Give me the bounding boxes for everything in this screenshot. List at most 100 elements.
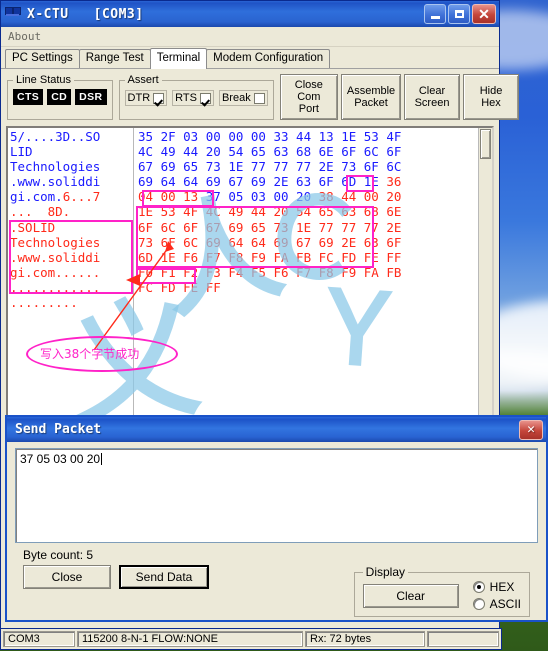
dialog-buttons-row: Close Send Data Display Clear HEX ASCII	[15, 565, 538, 617]
hex-byte: 64	[228, 234, 251, 250]
hex-byte: 53	[363, 129, 387, 144]
tab-terminal[interactable]: Terminal	[149, 48, 208, 69]
tab-pc-settings[interactable]: PC Settings	[5, 49, 80, 68]
assert-break-item[interactable]: Break	[218, 90, 268, 106]
tab-range-test[interactable]: Range Test	[78, 49, 151, 68]
hex-byte: 77	[296, 159, 319, 175]
hex-byte: 69	[273, 234, 297, 250]
status-port: COM3	[3, 631, 75, 647]
ascii-line: .SOLID	[10, 220, 133, 235]
hex-byte: F6	[183, 249, 206, 265]
hex-byte: 69	[160, 159, 184, 175]
hex-byte: 36	[386, 174, 402, 190]
close-icon: ✕	[478, 6, 490, 22]
dialog-close-button[interactable]: ✕	[519, 419, 543, 440]
hex-byte: 77	[273, 159, 297, 175]
hex-byte: 00	[228, 129, 251, 144]
dialog-close-button-text[interactable]: Close	[23, 565, 111, 589]
close-button[interactable]: ✕	[472, 4, 496, 24]
hex-byte: FF	[205, 279, 221, 295]
minimize-button[interactable]	[424, 4, 446, 24]
hex-byte: 4C	[205, 204, 229, 220]
assemble-packet-button[interactable]: Assemble Packet	[341, 74, 402, 120]
hex-byte: 20	[386, 189, 402, 205]
hex-byte: 00	[273, 189, 297, 205]
packet-input[interactable]: 37 05 03 00 20	[15, 448, 538, 543]
ascii-text: gi.com......	[10, 264, 101, 280]
hex-byte: 77	[341, 219, 364, 235]
clear-screen-line1: Clear	[418, 85, 446, 97]
tab-modem-configuration[interactable]: Modem Configuration	[206, 49, 331, 68]
assert-break-checkbox[interactable]	[253, 92, 265, 104]
hex-byte: 64	[250, 234, 274, 250]
menu-bar: About	[1, 27, 499, 47]
line-status-group: Line Status CTS CD DSR	[7, 74, 113, 120]
assert-dtr-checkbox[interactable]	[153, 92, 165, 104]
hex-byte: 4F	[183, 204, 206, 220]
menu-item-about[interactable]: About	[8, 30, 41, 43]
hide-hex-line2: Hex	[481, 97, 501, 109]
radio-ascii[interactable]: ASCII	[472, 597, 521, 611]
led-dsr: DSR	[75, 89, 107, 105]
hide-hex-button[interactable]: Hide Hex	[463, 74, 520, 120]
ascii-text: ............	[10, 279, 101, 295]
hex-byte: 2F	[160, 129, 184, 144]
display-group: Display Clear HEX ASCII	[353, 565, 530, 617]
assert-rts-item[interactable]: RTS	[172, 90, 214, 106]
radio-ascii-dot[interactable]	[472, 598, 485, 610]
hex-byte: FE	[363, 249, 387, 265]
hex-byte: 68	[296, 144, 319, 160]
hex-byte: 67	[296, 234, 319, 250]
hex-byte: 69	[205, 234, 229, 250]
hex-byte: 6C	[183, 234, 206, 250]
hex-pane[interactable]: 35 2F 03 00 00 00 33 44 13 1E 53 4F 4C 49…	[134, 128, 478, 418]
title-bar[interactable]: X-CTU [COM3] ✕	[1, 1, 499, 27]
hex-byte: 44	[183, 144, 206, 160]
hex-byte: 65	[318, 204, 342, 220]
radio-hex[interactable]: HEX	[472, 580, 521, 594]
ascii-pane[interactable]: 5/....3D..SO LID Technologies .www.soliddi g…	[8, 128, 134, 418]
hex-row: F0 F1 F2 F3 F4 F5 F6 F7 F8 F9 FA FB	[138, 265, 478, 280]
hex-byte: 1E	[296, 219, 319, 235]
hex-row: 67 69 65 73 1E 77 77 77 2E 73 6F 6C	[138, 159, 478, 174]
hex-byte: F9	[341, 264, 364, 280]
scrollbar-thumb[interactable]	[480, 129, 491, 159]
hex-row: 6F 6C 6F 67 69 65 73 1E 77 77 77 2E	[138, 220, 478, 235]
terminal-scrollbar[interactable]	[478, 128, 492, 418]
byte-count-label: Byte count: 5	[23, 548, 94, 562]
hex-byte: 20	[205, 144, 229, 160]
hex-byte: F3	[205, 264, 229, 280]
hex-byte: 63	[273, 144, 297, 160]
close-com-port-button[interactable]: Close Com Port	[279, 74, 338, 120]
hex-byte: 33	[273, 129, 297, 144]
hex-byte: 1E	[138, 204, 161, 220]
send-data-button[interactable]: Send Data	[119, 565, 209, 589]
hex-byte: FA	[363, 264, 387, 280]
clear-screen-button[interactable]: Clear Screen	[404, 74, 461, 120]
hex-byte: 6C	[386, 159, 402, 175]
hex-byte: F8	[318, 264, 342, 280]
hex-row: 6D 1E F6 F7 F8 F9 FA FB FC FD FE FF	[138, 250, 478, 265]
clear-button[interactable]: Clear	[362, 583, 459, 608]
assert-dtr-item[interactable]: DTR	[124, 90, 168, 106]
radio-hex-label: HEX	[489, 580, 515, 594]
maximize-button[interactable]	[448, 4, 470, 24]
hex-byte: FC	[138, 279, 161, 295]
hex-byte: 77	[363, 219, 387, 235]
radio-hex-dot[interactable]	[472, 581, 485, 593]
hex-byte: 2E	[386, 219, 402, 235]
packet-input-value: 37 05 03 00 20	[20, 452, 101, 466]
hex-byte: 6C	[363, 144, 387, 160]
hex-byte: 6F	[341, 144, 364, 160]
ascii-text: 6...7	[62, 189, 101, 205]
hex-byte: F1	[160, 264, 184, 280]
assert-rts-checkbox[interactable]	[199, 92, 211, 104]
hex-byte: F8	[228, 249, 251, 265]
hex-byte: 44	[250, 204, 274, 220]
dialog-title-bar[interactable]: Send Packet ✕	[7, 417, 546, 442]
hex-byte: 00	[160, 189, 184, 205]
assert-dtr-label: DTR	[127, 92, 151, 104]
hex-byte: F5	[250, 264, 274, 280]
hex-byte: FF	[386, 249, 402, 265]
hex-byte: F2	[183, 264, 206, 280]
